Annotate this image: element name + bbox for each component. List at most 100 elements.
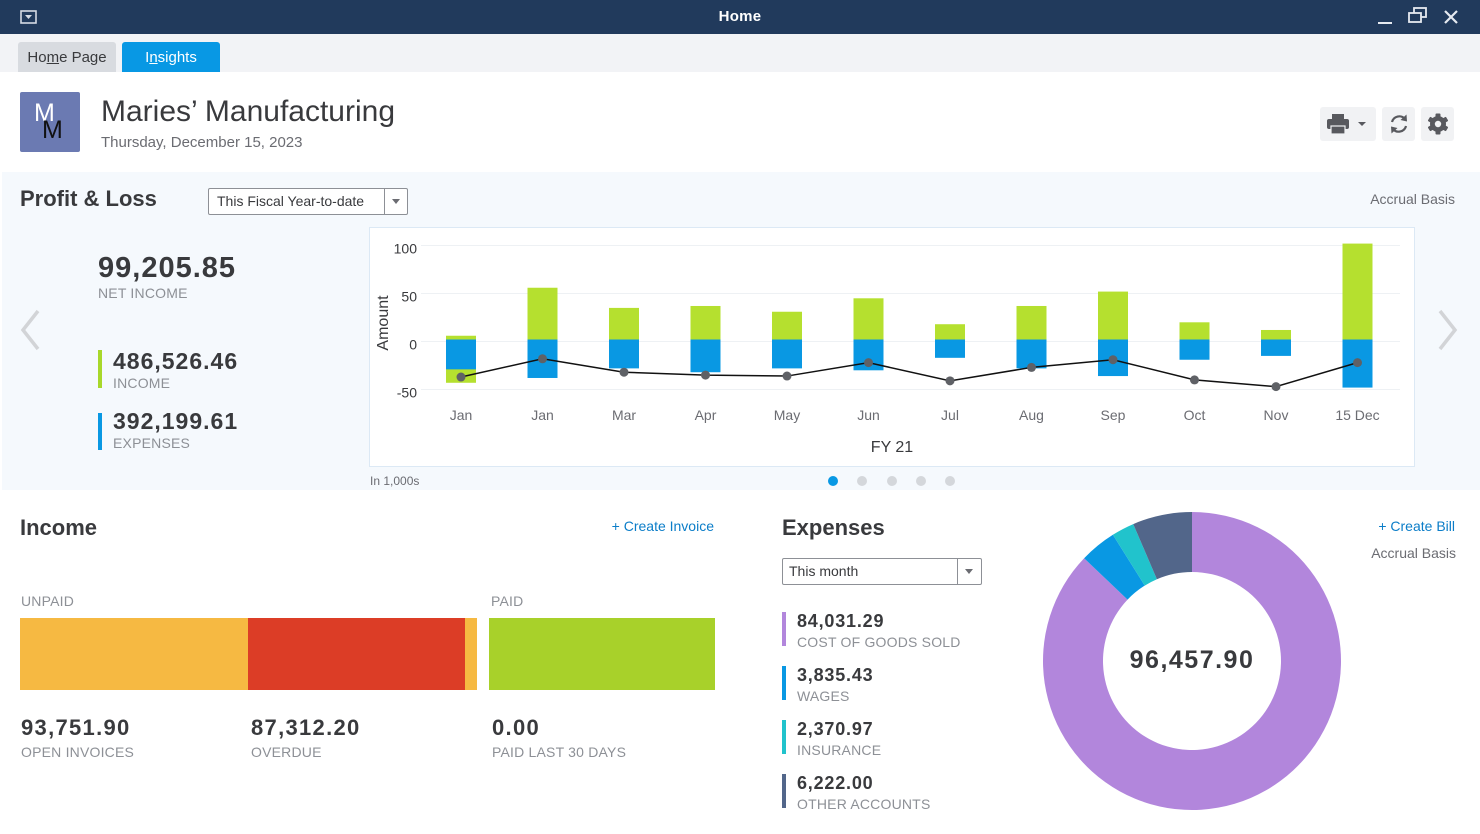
chevron-left-icon[interactable] (18, 308, 42, 352)
pl-period-dropdown[interactable]: This Fiscal Year-to-date (208, 188, 408, 215)
refresh-button[interactable] (1382, 107, 1415, 141)
expenses-total: 96,457.90 (1129, 646, 1255, 674)
income-bar[interactable] (1016, 305, 1047, 340)
tab-home-page[interactable]: Home Page (18, 42, 116, 72)
net-income-point[interactable] (782, 371, 792, 381)
expense-bar[interactable] (1179, 339, 1210, 360)
expense-bar[interactable] (772, 339, 802, 369)
refresh-icon (1390, 114, 1407, 134)
income-total-label: INCOME (113, 375, 171, 391)
paid-label: PAID (491, 593, 524, 609)
income-bar[interactable] (1098, 291, 1128, 340)
create-bill-link[interactable]: + Create Bill (1378, 518, 1455, 534)
paid-last-30-value: 0.00 (492, 715, 541, 740)
legend-label: COST OF GOODS SOLD (797, 634, 961, 650)
legend-color-bar (782, 612, 786, 646)
company-avatar: M M (20, 92, 80, 152)
income-bar[interactable] (935, 324, 965, 340)
expense-bar[interactable] (446, 339, 476, 370)
pagination-dot[interactable] (915, 476, 926, 486)
net-income-point[interactable] (864, 358, 873, 368)
net-income-point[interactable] (1271, 382, 1281, 392)
x-tick-label: Oct (1184, 407, 1206, 423)
expense-bar[interactable] (935, 339, 965, 358)
open-invoices-value: 93,751.90 (21, 715, 131, 740)
profit-loss-chart-svg: Amount FY 21 100 50 0 -50 Jan Jan Mar Apr May Jun… (375, 241, 1400, 456)
tab-strip (0, 34, 1480, 72)
create-invoice-link[interactable]: + Create Invoice (612, 518, 714, 534)
pl-accounting-basis: Accrual Basis (1370, 191, 1455, 207)
profit-loss-chart: Amount FY 21 100 50 0 -50 Jan Jan Mar Apr May Jun… (369, 227, 1415, 467)
net-income-point[interactable] (619, 367, 629, 377)
tab-label-part: e Page (59, 49, 107, 66)
overdue-value: 87,312.20 (251, 715, 361, 740)
legend-label: OTHER ACCOUNTS (797, 796, 931, 812)
x-axis-title: FY 21 (871, 439, 914, 456)
settings-button[interactable] (1421, 107, 1454, 141)
pagination-dot[interactable] (828, 476, 838, 486)
units-note: In 1,000s (370, 474, 420, 488)
legend-label: INSURANCE (797, 742, 882, 758)
x-tick-label: Nov (1264, 407, 1289, 423)
net-income-point[interactable] (1108, 355, 1118, 365)
dropdown-divider (384, 189, 385, 214)
x-tick-label: Jul (941, 407, 959, 423)
unpaid-segment-open-remainder[interactable] (465, 618, 477, 690)
expenses-period-value: This month (789, 563, 859, 579)
chevron-down-icon (965, 569, 973, 574)
income-bar[interactable] (1342, 243, 1373, 340)
income-bar[interactable] (772, 311, 802, 340)
tab-label-part: sights (157, 49, 197, 66)
net-income-point[interactable] (456, 372, 466, 382)
expenses-period-dropdown[interactable]: This month (782, 558, 982, 585)
expense-bar[interactable] (690, 339, 721, 373)
legend-value: 3,835.43 (797, 665, 874, 685)
company-name: Maries’ Manufacturing (101, 95, 396, 128)
avatar-initial-bottom: M (42, 116, 63, 144)
net-income-point[interactable] (701, 370, 710, 380)
paid-bar[interactable] (489, 618, 715, 690)
income-bar[interactable] (527, 287, 558, 340)
expenses-total-value: 392,199.61 (113, 408, 239, 434)
net-income-point[interactable] (1190, 375, 1199, 385)
tab-insights[interactable]: Insights (122, 42, 220, 72)
net-income-point[interactable] (945, 376, 955, 386)
expense-bar[interactable] (609, 339, 639, 369)
y-tick-label: 50 (401, 289, 417, 305)
unpaid-segment-overdue[interactable] (248, 618, 466, 690)
income-bar[interactable] (1179, 322, 1210, 340)
legend-value: 6,222.00 (797, 773, 874, 793)
net-income-line (460, 358, 1358, 388)
chevron-right-icon[interactable] (1436, 308, 1460, 352)
net-income-point[interactable] (1027, 362, 1036, 372)
window-title: Home (718, 8, 762, 25)
pl-period-value: This Fiscal Year-to-date (217, 193, 365, 209)
legend-label: WAGES (797, 688, 850, 704)
dropdown-divider (957, 559, 958, 584)
income-bar[interactable] (609, 307, 639, 340)
income-color-bar (98, 350, 102, 388)
x-tick-label: Sep (1101, 407, 1126, 423)
income-bar[interactable] (1261, 329, 1291, 340)
tab-access-key: n (149, 49, 158, 66)
unpaid-bar[interactable] (20, 618, 477, 690)
expense-bar[interactable] (1261, 339, 1291, 356)
open-invoices-label: OPEN INVOICES (21, 744, 135, 760)
restore-icon[interactable] (1406, 6, 1430, 28)
income-total-value: 486,526.46 (113, 348, 239, 374)
x-tick-label: 15 Dec (1335, 407, 1379, 423)
x-tick-label: Apr (695, 407, 717, 423)
unpaid-segment-open[interactable] (20, 618, 249, 690)
close-icon[interactable] (1439, 6, 1463, 28)
income-bar[interactable] (690, 305, 721, 340)
income-bar[interactable] (853, 298, 884, 340)
tab-label-part: Ho (27, 49, 47, 66)
net-income-point[interactable] (538, 354, 547, 364)
chevron-down-icon (1358, 122, 1366, 126)
net-income-point[interactable] (1353, 358, 1362, 368)
x-tick-label: May (774, 407, 800, 423)
print-button[interactable] (1320, 107, 1376, 141)
minimize-icon[interactable] (1373, 6, 1397, 28)
current-date: Thursday, December 15, 2023 (101, 134, 303, 151)
pagination-dot[interactable] (886, 476, 897, 486)
